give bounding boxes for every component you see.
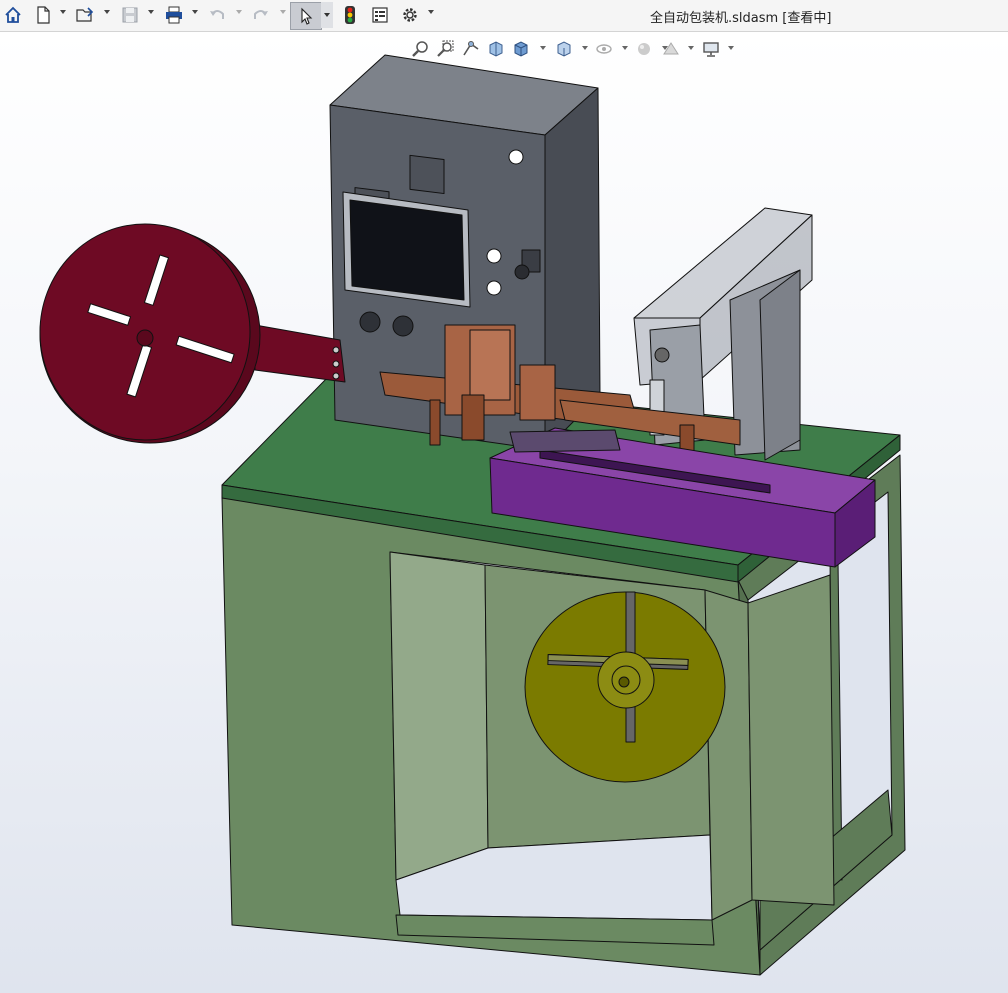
save-dropdown-icon[interactable] [148, 10, 154, 14]
print-icon[interactable] [162, 3, 186, 27]
undo-icon[interactable] [206, 3, 228, 27]
open-dropdown-icon[interactable] [104, 10, 110, 14]
redo-icon[interactable] [250, 3, 272, 27]
save-icon[interactable] [119, 3, 141, 27]
home-icon[interactable] [2, 3, 24, 27]
open-icon[interactable] [73, 3, 97, 27]
title-bar: 全自动包装机.sldasm [查看中] [0, 0, 1008, 32]
redo-dropdown-icon[interactable] [280, 10, 286, 14]
new-document-icon[interactable] [32, 3, 54, 27]
rebuild-traffic-light-icon[interactable] [340, 3, 360, 27]
select-pointer-icon[interactable] [290, 2, 322, 30]
graphics-area[interactable] [0, 32, 1008, 993]
file-properties-icon[interactable] [369, 3, 391, 27]
options-gear-icon[interactable] [399, 3, 421, 27]
assembly-model[interactable] [0, 32, 1008, 993]
reel-right[interactable] [524, 591, 726, 783]
select-dropdown[interactable] [321, 2, 333, 28]
print-dropdown-icon[interactable] [192, 10, 198, 14]
window-title: 全自动包装机.sldasm [查看中] [650, 11, 832, 26]
options-dropdown-icon[interactable] [428, 10, 434, 14]
undo-dropdown-icon[interactable] [236, 10, 242, 14]
new-dropdown-icon[interactable] [60, 10, 66, 14]
